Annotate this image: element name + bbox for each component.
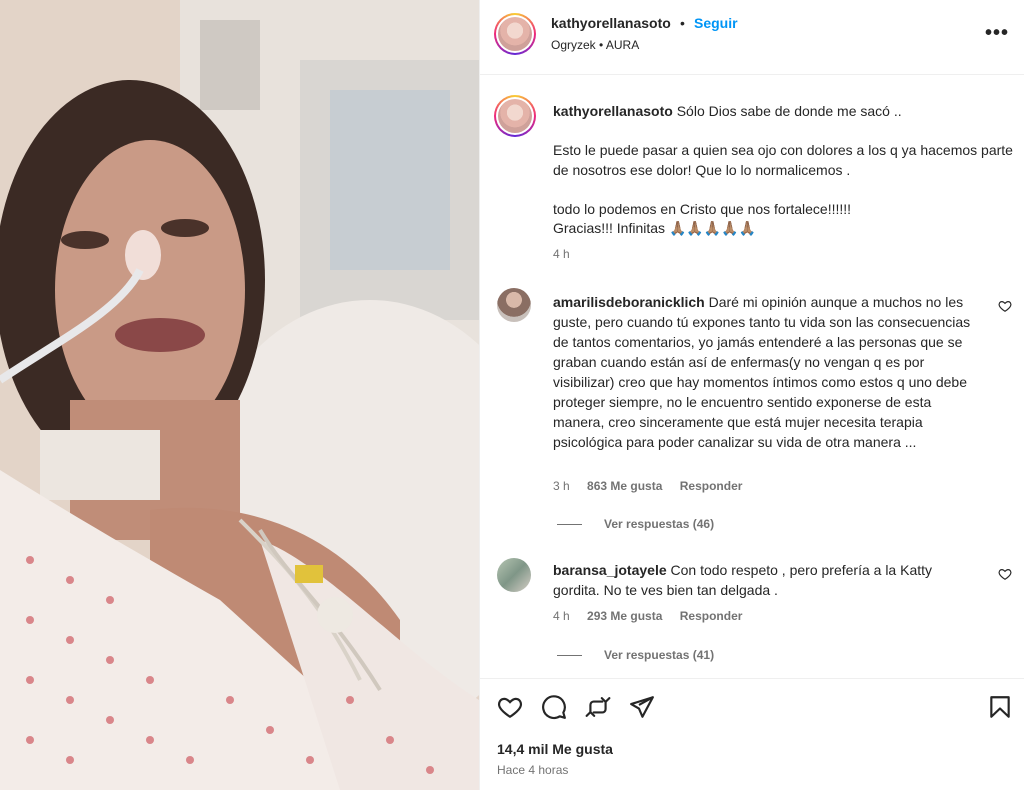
comment-meta: 3 h 863 Me gusta Responder (553, 479, 756, 493)
commenter-avatar[interactable] (497, 558, 531, 592)
more-horizontal-icon[interactable]: ••• (985, 22, 1009, 45)
comment-username[interactable]: baransa_jotayele (553, 562, 667, 578)
bookmark-icon[interactable] (987, 694, 1013, 720)
caption-avatar[interactable] (494, 95, 536, 137)
audio-info[interactable]: Ogryzek • AURA (551, 38, 639, 52)
follow-button[interactable]: Seguir (694, 15, 738, 31)
post-photo-illustration (0, 0, 479, 790)
author-username[interactable]: kathyorellanasoto (551, 15, 671, 31)
repost-icon[interactable] (585, 694, 611, 720)
post-photo[interactable] (0, 0, 479, 790)
comment-meta: 4 h 293 Me gusta Responder (553, 609, 756, 623)
comment-like-count[interactable]: 293 Me gusta (587, 609, 662, 623)
comment-text: Daré mi opinión aunque a muchos no les g… (553, 294, 971, 450)
heart-icon[interactable] (497, 694, 523, 720)
commenter-avatar[interactable] (497, 288, 531, 322)
comment-like-heart-icon[interactable] (998, 299, 1012, 313)
caption: kathyorellanasoto Sólo Dios sabe de dond… (553, 102, 1013, 239)
post-like-count[interactable]: 14,4 mil Me gusta (497, 741, 613, 757)
post-header: kathyorellanasoto • Seguir Ogryzek • AUR… (480, 0, 1024, 75)
view-replies-label: Ver respuestas (46) (604, 517, 715, 531)
separator-dot: • (680, 15, 685, 31)
author-avatar[interactable] (494, 13, 536, 55)
caption-timestamp[interactable]: 4 h (553, 247, 570, 261)
view-replies-button[interactable]: Ver respuestas (46) (557, 517, 714, 531)
caption-line1: Sólo Dios sabe de donde me sacó .. (676, 103, 902, 119)
comment-like-heart-icon[interactable] (998, 567, 1012, 581)
comment: baransa_jotayele Con todo respeto , pero… (553, 560, 973, 600)
actions-divider (480, 678, 1024, 679)
replies-line (557, 655, 582, 657)
replies-line (557, 524, 582, 526)
comment: amarilisdeboranicklich Daré mi opinión a… (553, 292, 973, 452)
reply-button[interactable]: Responder (680, 479, 743, 493)
comment-timestamp[interactable]: 4 h (553, 609, 570, 623)
view-replies-label: Ver respuestas (41) (604, 648, 715, 662)
reply-button[interactable]: Responder (680, 609, 743, 623)
comment-timestamp[interactable]: 3 h (553, 479, 570, 493)
caption-paragraph-4: Gracias!!! Infinitas (553, 220, 666, 236)
comment-icon[interactable] (541, 694, 567, 720)
caption-paragraph-2: Esto le puede pasar a quien sea ojo con … (553, 142, 1013, 178)
caption-paragraph-3: todo lo podemos en Cristo que nos fortal… (553, 200, 852, 217)
comment-username[interactable]: amarilisdeboranicklich (553, 294, 705, 310)
view-replies-button[interactable]: Ver respuestas (41) (557, 648, 714, 662)
praying-hands-emojis: 🙏🏽🙏🏽🙏🏽🙏🏽🙏🏽 (668, 220, 757, 236)
post-details-panel: kathyorellanasoto • Seguir Ogryzek • AUR… (479, 0, 1024, 790)
send-icon[interactable] (629, 694, 655, 720)
post-timestamp[interactable]: Hace 4 horas (497, 763, 568, 777)
comment-like-count[interactable]: 863 Me gusta (587, 479, 662, 493)
caption-username[interactable]: kathyorellanasoto (553, 103, 673, 119)
